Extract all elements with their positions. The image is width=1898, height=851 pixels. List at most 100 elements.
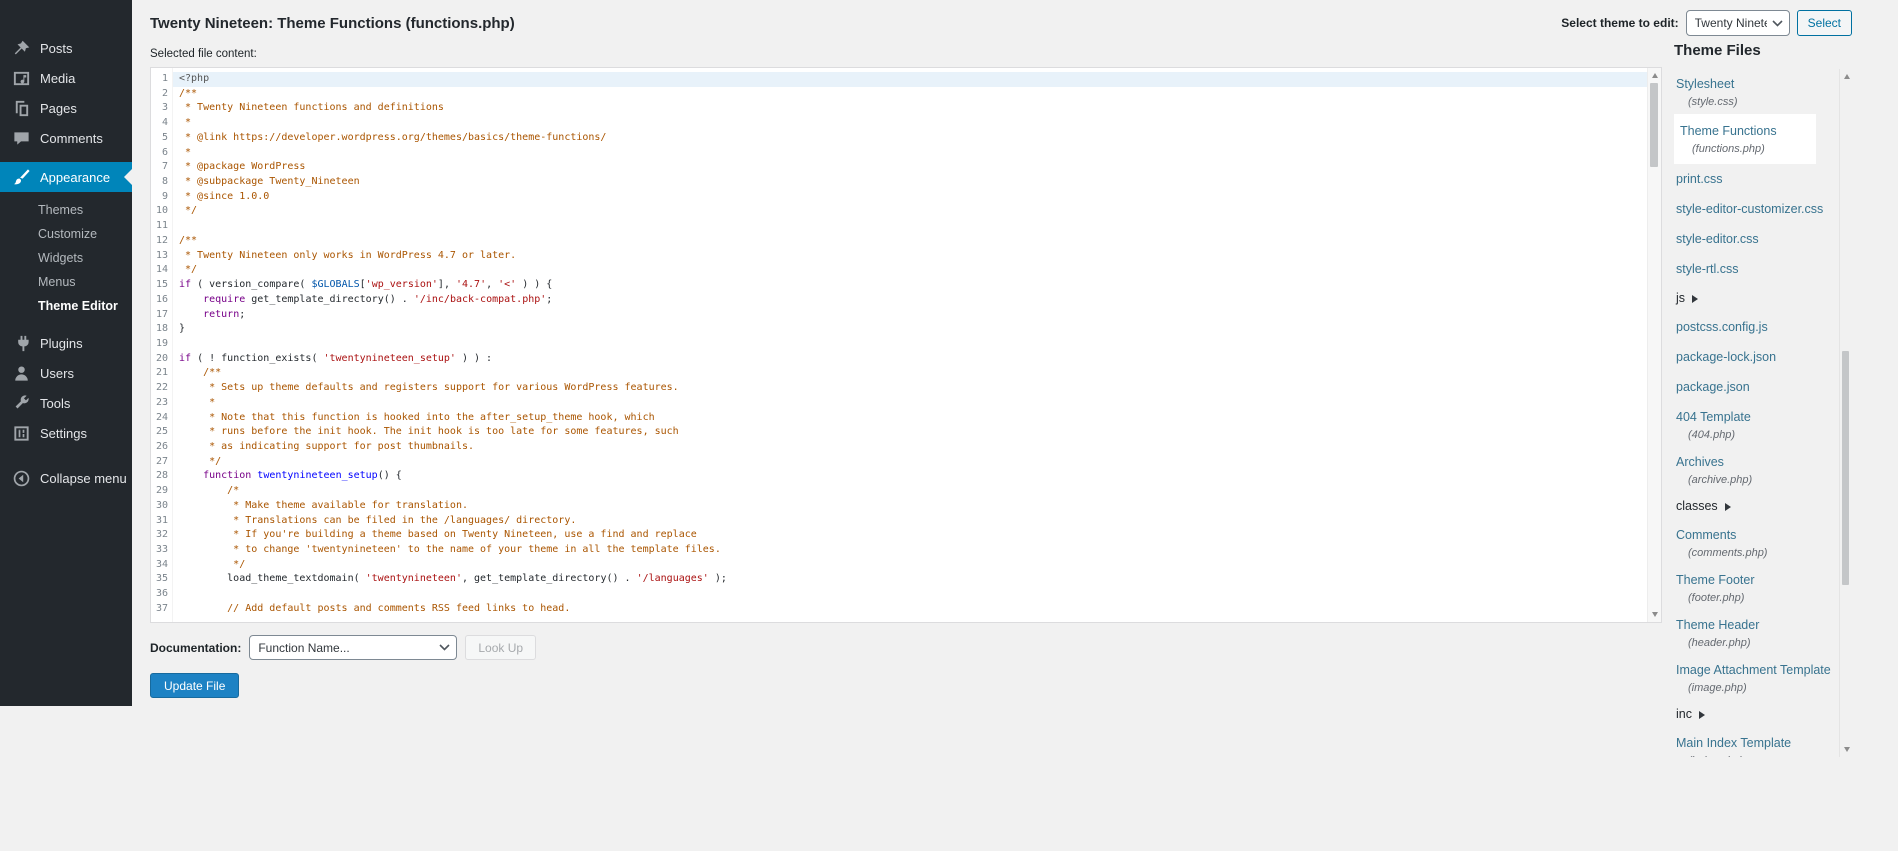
code-line[interactable]: * Make theme available for translation. — [173, 499, 1661, 514]
theme-file-archives: Archives (archive.php) — [1674, 447, 1834, 492]
sidebar-item-collapse-menu[interactable]: Collapse menu — [0, 463, 132, 493]
code-line[interactable]: if ( version_compare( $GLOBALS['wp_versi… — [173, 278, 1661, 293]
sidebar-item-widgets[interactable]: Widgets — [0, 246, 132, 270]
sidebar-item-label: Media — [40, 71, 75, 86]
sidebar-item-pages[interactable]: Pages — [0, 93, 132, 123]
code-line[interactable]: * as indicating support for post thumbna… — [173, 440, 1661, 455]
code-editor[interactable]: 1234567891011121314151617181920212223242… — [150, 67, 1662, 623]
theme-file-filename: (archive.php) — [1676, 471, 1834, 486]
theme-file-stylesheet: Stylesheet(style.css) — [1674, 69, 1834, 114]
documentation-select[interactable]: Function Name... — [249, 635, 457, 660]
sidebar-item-themes[interactable]: Themes — [0, 198, 132, 222]
line-number: 27 — [151, 455, 168, 470]
code-line[interactable]: /* — [173, 484, 1661, 499]
files-scrollbar[interactable] — [1839, 69, 1852, 757]
code-line[interactable]: */ — [173, 455, 1661, 470]
theme-file-link[interactable]: Theme Functions — [1680, 124, 1777, 138]
code-line[interactable]: * Twenty Nineteen functions and definiti… — [173, 101, 1661, 116]
code-line[interactable]: } — [173, 322, 1661, 337]
theme-files-heading: Theme Files — [1674, 42, 1852, 59]
sidebar-item-settings[interactable]: Settings — [0, 418, 132, 448]
code-line[interactable]: * @link https://developer.wordpress.org/… — [173, 131, 1661, 146]
code-line[interactable]: * Sets up theme defaults and registers s… — [173, 381, 1661, 396]
theme-file-link[interactable]: package.json — [1676, 380, 1750, 394]
scroll-down-icon[interactable] — [1648, 608, 1661, 621]
theme-file-link[interactable]: Theme Header — [1676, 618, 1759, 632]
code-line[interactable]: * Twenty Nineteen only works in WordPres… — [173, 249, 1661, 264]
code-line[interactable]: /** — [173, 366, 1661, 381]
editor-scrollbar-thumb[interactable] — [1650, 83, 1658, 167]
sidebar-item-plugins[interactable]: Plugins — [0, 328, 132, 358]
code-line[interactable]: */ — [173, 263, 1661, 278]
code-line[interactable]: * to change 'twentynineteen' to the name… — [173, 543, 1661, 558]
code-line[interactable]: * @subpackage Twenty_Nineteen — [173, 175, 1661, 190]
theme-file-link[interactable]: Main Index Template — [1676, 736, 1791, 750]
code-line[interactable]: function twentynineteen_setup() { — [173, 469, 1661, 484]
code-line[interactable]: * Note that this function is hooked into… — [173, 411, 1661, 426]
code-line[interactable]: * If you're building a theme based on Tw… — [173, 528, 1661, 543]
code-line[interactable]: * @package WordPress — [173, 160, 1661, 175]
code-line[interactable]: ​ — [173, 337, 1661, 352]
theme-file-link[interactable]: Theme Footer — [1676, 573, 1755, 587]
theme-file-link[interactable]: package-lock.json — [1676, 350, 1776, 364]
code-area[interactable]: <?php/** * Twenty Nineteen functions and… — [173, 68, 1661, 622]
theme-file-link[interactable]: style-editor.css — [1676, 232, 1759, 246]
sidebar-item-media[interactable]: Media — [0, 63, 132, 93]
sidebar-item-label: Settings — [40, 426, 87, 441]
sidebar-item-comments[interactable]: Comments — [0, 123, 132, 153]
update-file-button[interactable]: Update File — [150, 673, 239, 698]
theme-file-link[interactable]: Archives — [1676, 455, 1724, 469]
theme-file-link[interactable]: Stylesheet — [1676, 77, 1734, 91]
theme-folder-classes[interactable]: classes — [1674, 492, 1834, 520]
code-line[interactable]: */ — [173, 204, 1661, 219]
scroll-up-icon[interactable] — [1840, 70, 1852, 83]
lookup-button[interactable]: Look Up — [465, 635, 536, 660]
sidebar-item-tools[interactable]: Tools — [0, 388, 132, 418]
theme-file-link[interactable]: print.css — [1676, 172, 1723, 186]
theme-folder-js[interactable]: js — [1674, 284, 1834, 312]
plugin-icon — [12, 334, 31, 353]
code-line[interactable]: // Add default posts and comments RSS fe… — [173, 602, 1661, 617]
theme-file-filename: (404.php) — [1676, 426, 1834, 441]
code-line[interactable]: * runs before the init hook. The init ho… — [173, 425, 1661, 440]
theme-folder-inc[interactable]: inc — [1674, 700, 1834, 728]
editor-scrollbar[interactable] — [1647, 68, 1661, 622]
code-line[interactable]: ​ — [173, 219, 1661, 234]
files-scrollbar-thumb[interactable] — [1842, 351, 1849, 585]
brush-icon — [12, 168, 31, 187]
code-line[interactable]: return; — [173, 308, 1661, 323]
code-line[interactable]: * — [173, 116, 1661, 131]
code-line[interactable]: * @since 1.0.0 — [173, 190, 1661, 205]
code-line[interactable]: require get_template_directory() . '/inc… — [173, 293, 1661, 308]
theme-select[interactable]: Twenty Nineteen — [1686, 10, 1790, 36]
sidebar-item-customize[interactable]: Customize — [0, 222, 132, 246]
theme-file-link[interactable]: style-editor-customizer.css — [1676, 202, 1823, 216]
code-line[interactable]: <?php — [173, 72, 1661, 87]
theme-file-link[interactable]: 404 Template — [1676, 410, 1751, 424]
scroll-down-icon[interactable] — [1840, 743, 1852, 756]
theme-file-theme-footer: Theme Footer(footer.php) — [1674, 565, 1834, 610]
code-line[interactable]: if ( ! function_exists( 'twentynineteen_… — [173, 352, 1661, 367]
theme-file-link[interactable]: postcss.config.js — [1676, 320, 1768, 334]
sidebar-item-menus[interactable]: Menus — [0, 270, 132, 294]
theme-file-link[interactable]: style-rtl.css — [1676, 262, 1739, 276]
code-line[interactable]: load_theme_textdomain( 'twentynineteen',… — [173, 572, 1661, 587]
line-number: 15 — [151, 278, 168, 293]
sidebar-item-posts[interactable]: Posts — [0, 33, 132, 63]
theme-file-link[interactable]: Image Attachment Template — [1676, 663, 1831, 677]
code-line[interactable]: * — [173, 396, 1661, 411]
code-line[interactable]: * — [173, 146, 1661, 161]
code-line[interactable]: ​ — [173, 587, 1661, 602]
code-line[interactable]: * Translations can be filed in the /lang… — [173, 514, 1661, 529]
code-line[interactable]: /** — [173, 234, 1661, 249]
editor-column: Selected file content: 12345678910111213… — [150, 39, 1662, 757]
scroll-up-icon[interactable] — [1648, 69, 1661, 82]
code-line[interactable]: */ — [173, 558, 1661, 573]
select-theme-button[interactable]: Select — [1797, 10, 1852, 36]
sidebar-item-theme-editor[interactable]: Theme Editor — [0, 294, 132, 318]
sidebar-item-appearance[interactable]: Appearance — [0, 162, 132, 192]
code-line[interactable]: /** — [173, 87, 1661, 102]
media-icon — [12, 69, 31, 88]
sidebar-item-users[interactable]: Users — [0, 358, 132, 388]
theme-file-link[interactable]: Comments — [1676, 528, 1736, 542]
